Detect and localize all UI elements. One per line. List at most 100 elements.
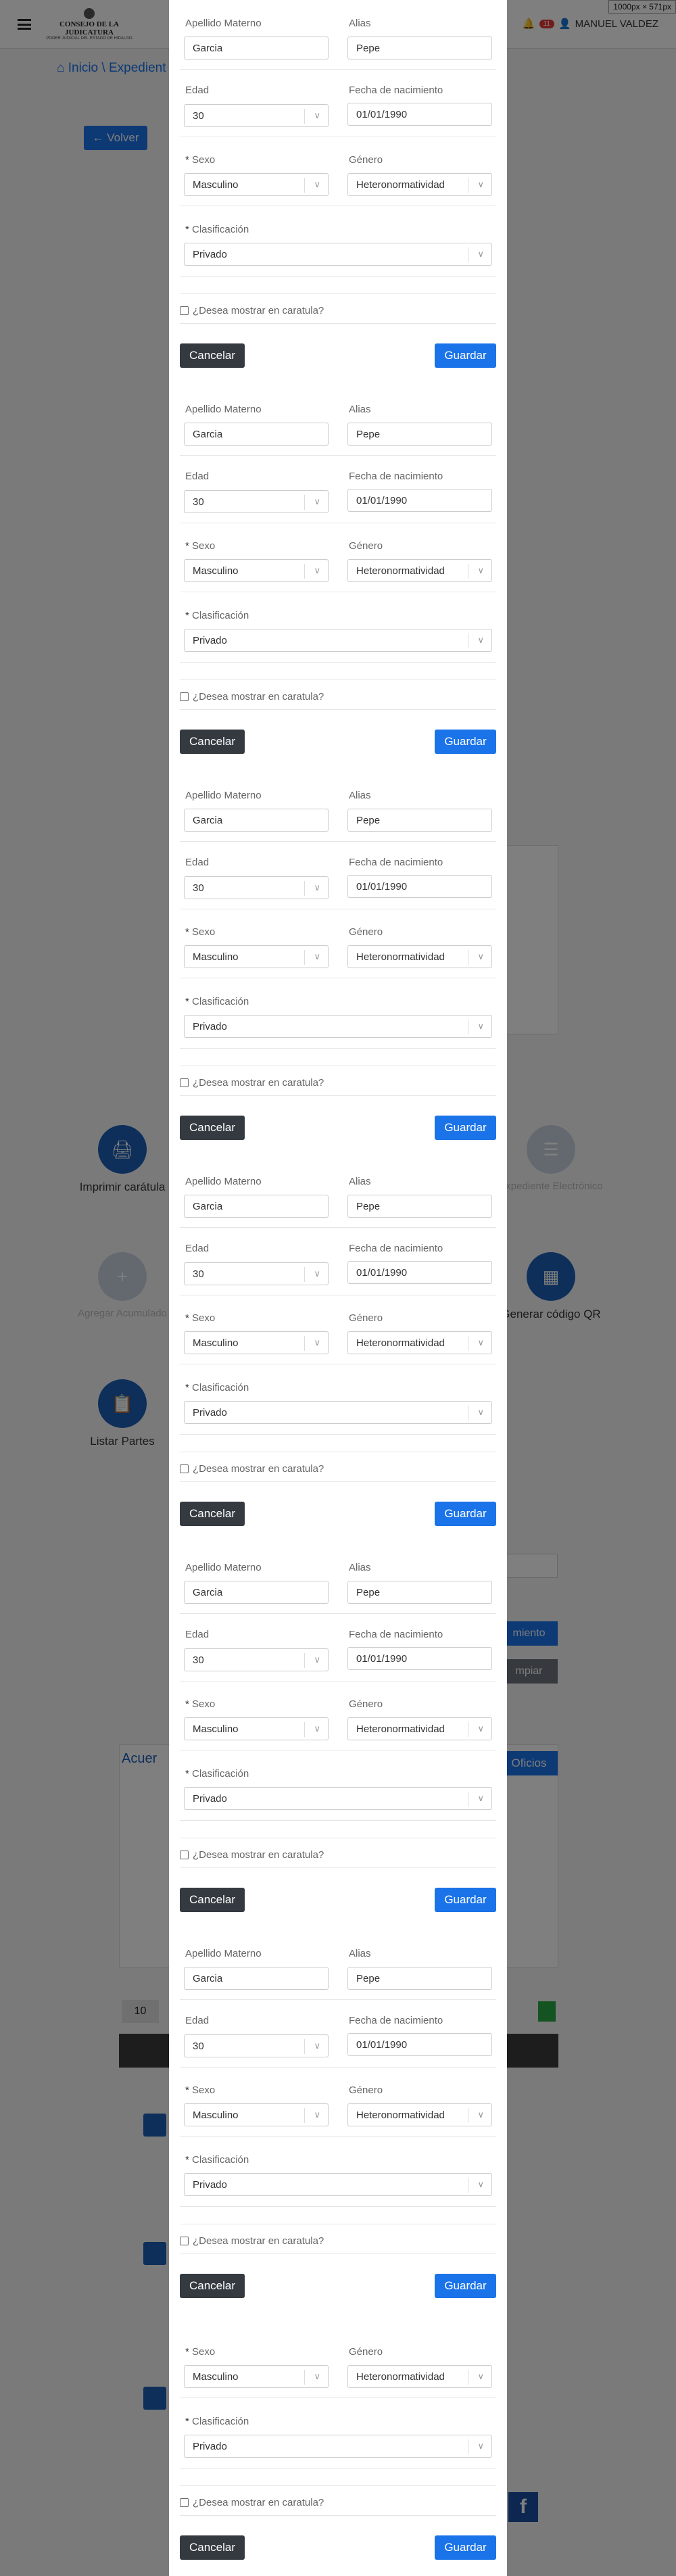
apellido-materno-input[interactable]: Garcia [184,1581,329,1604]
edad-select[interactable]: 30 ∨ [184,876,329,899]
alias-input[interactable]: Pepe [347,1581,492,1604]
show-on-cover-row: ¿Desea mostrar en caratula? [180,1849,324,1861]
genero-select[interactable]: Heteronormatividad ∨ [347,2103,492,2126]
apellido-materno-input[interactable]: Garcia [184,423,329,446]
edad-value: 30 [193,496,204,508]
apellido-materno-input[interactable]: Garcia [184,1967,329,1990]
edad-label: Edad [185,471,210,482]
fecha-nacimiento-input[interactable]: 01/01/1990 [347,1647,492,1670]
edad-select[interactable]: 30 ∨ [184,2034,329,2057]
cancel-button[interactable]: Cancelar [180,2535,245,2560]
show-on-cover-checkbox[interactable] [180,1078,189,1087]
genero-select[interactable]: Heteronormatividad ∨ [347,2365,492,2388]
party-form-block: Apellido Materno Garcia Alias Pepe Edad … [169,2183,507,2569]
field-divider [180,69,496,70]
genero-select[interactable]: Heteronormatividad ∨ [347,1331,492,1354]
alias-input[interactable]: Pepe [347,809,492,832]
sexo-value: Masculino [193,951,239,963]
select-separator [304,1267,305,1282]
chevron-down-icon: ∨ [314,565,320,575]
clasificacion-value: Privado [193,1406,227,1418]
edad-select[interactable]: 30 ∨ [184,104,329,127]
show-on-cover-checkbox[interactable] [180,306,189,315]
genero-value: Heteronormatividad [356,2109,445,2121]
chevron-down-icon: ∨ [477,2441,484,2451]
cancel-button[interactable]: Cancelar [180,1888,245,1912]
show-on-cover-checkbox[interactable] [180,1851,189,1859]
fecha-nacimiento-label: Fecha de nacimiento [349,471,443,482]
sexo-label: * Sexo [185,926,215,938]
sexo-select[interactable]: Masculino ∨ [184,945,329,968]
fecha-nacimiento-input[interactable]: 01/01/1990 [347,2033,492,2056]
fecha-nacimiento-input[interactable]: 01/01/1990 [347,489,492,512]
chevron-down-icon: ∨ [314,882,320,892]
field-divider [180,293,496,294]
sexo-select[interactable]: Masculino ∨ [184,1331,329,1354]
alias-label: Alias [349,1948,371,1959]
save-button[interactable]: Guardar [435,730,496,754]
chevron-down-icon: ∨ [477,179,484,189]
clasificacion-select[interactable]: Privado ∨ [184,1015,492,1038]
required-mark: * [185,540,189,552]
show-on-cover-row: ¿Desea mostrar en caratula? [180,1463,324,1475]
clasificacion-select[interactable]: Privado ∨ [184,629,492,652]
save-button[interactable]: Guardar [435,343,496,368]
alias-label: Alias [349,18,371,29]
show-on-cover-checkbox[interactable] [180,692,189,701]
chevron-down-icon: ∨ [314,1268,320,1279]
genero-label: Género [349,540,383,552]
cancel-button[interactable]: Cancelar [180,343,245,368]
genero-select[interactable]: Heteronormatividad ∨ [347,173,492,196]
fecha-nacimiento-label: Fecha de nacimiento [349,1243,443,1254]
sexo-select[interactable]: Masculino ∨ [184,2365,329,2388]
apellido-materno-input[interactable]: Garcia [184,37,329,59]
clasificacion-label-text: Clasificación [192,2154,249,2166]
alias-input[interactable]: Pepe [347,37,492,59]
edad-select[interactable]: 30 ∨ [184,490,329,513]
edad-select[interactable]: 30 ∨ [184,1262,329,1285]
chevron-down-icon: ∨ [477,565,484,575]
alias-input[interactable]: Pepe [347,1195,492,1218]
save-button[interactable]: Guardar [435,1116,496,1140]
sexo-select[interactable]: Masculino ∨ [184,2103,329,2126]
fecha-nacimiento-input[interactable]: 01/01/1990 [347,875,492,898]
apellido-materno-label: Apellido Materno [185,404,262,415]
clasificacion-label: * Clasificación [185,1382,249,1393]
field-divider [180,679,496,680]
cancel-button[interactable]: Cancelar [180,730,245,754]
fecha-nacimiento-input[interactable]: 01/01/1990 [347,1261,492,1284]
show-on-cover-checkbox[interactable] [180,1464,189,1473]
fecha-nacimiento-input[interactable]: 01/01/1990 [347,103,492,126]
field-divider [180,2485,496,2486]
genero-select[interactable]: Heteronormatividad ∨ [347,945,492,968]
clasificacion-select[interactable]: Privado ∨ [184,243,492,266]
cancel-button[interactable]: Cancelar [180,1502,245,1526]
genero-select[interactable]: Heteronormatividad ∨ [347,1717,492,1740]
cancel-button[interactable]: Cancelar [180,1116,245,1140]
save-button[interactable]: Guardar [435,2535,496,2560]
sexo-select[interactable]: Masculino ∨ [184,173,329,196]
field-divider [180,1434,496,1435]
alias-input[interactable]: Pepe [347,423,492,446]
sexo-select[interactable]: Masculino ∨ [184,1717,329,1740]
field-divider [180,2515,496,2516]
chevron-down-icon: ∨ [314,1337,320,1347]
clasificacion-select[interactable]: Privado ∨ [184,1787,492,1810]
show-on-cover-checkbox[interactable] [180,2498,189,2507]
chevron-down-icon: ∨ [477,2109,484,2120]
chevron-down-icon: ∨ [314,2109,320,2120]
alias-input[interactable]: Pepe [347,1967,492,1990]
save-button[interactable]: Guardar [435,1888,496,1912]
clasificacion-value: Privado [193,634,227,646]
edad-value: 30 [193,110,204,122]
apellido-materno-input[interactable]: Garcia [184,809,329,832]
clasificacion-select[interactable]: Privado ∨ [184,1401,492,1424]
clasificacion-select[interactable]: Privado ∨ [184,2435,492,2458]
genero-select[interactable]: Heteronormatividad ∨ [347,559,492,582]
edad-select[interactable]: 30 ∨ [184,1648,329,1671]
apellido-materno-input[interactable]: Garcia [184,1195,329,1218]
sexo-select[interactable]: Masculino ∨ [184,559,329,582]
select-separator [304,1722,305,1737]
save-button[interactable]: Guardar [435,1502,496,1526]
field-divider [180,1048,496,1049]
